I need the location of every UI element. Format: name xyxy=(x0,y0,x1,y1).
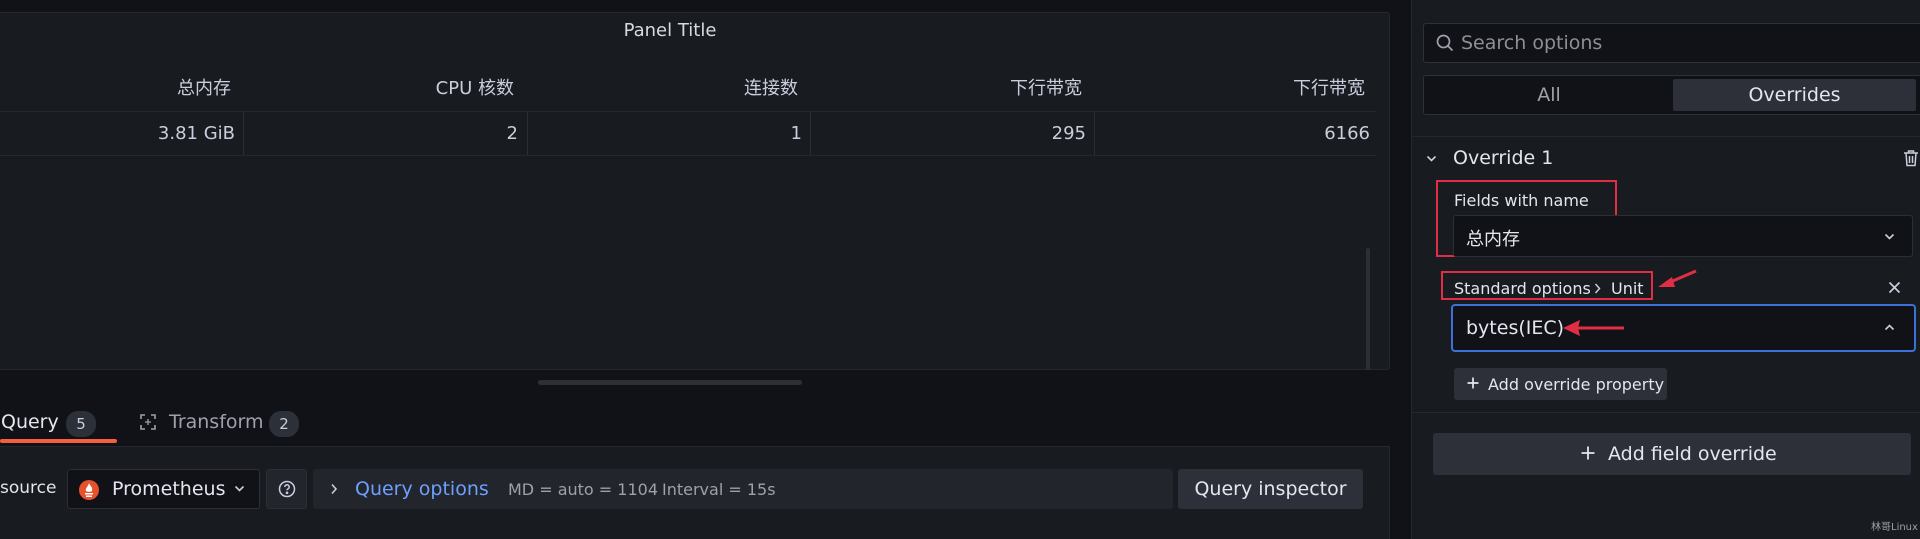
plus-icon xyxy=(1466,376,1480,390)
table-header-divider xyxy=(0,111,1376,112)
chevron-down-icon xyxy=(234,485,245,493)
close-icon[interactable] xyxy=(1888,281,1901,294)
override-title[interactable]: Override 1 xyxy=(1453,147,1553,169)
property-name: Unit xyxy=(1611,279,1644,298)
chevron-right-icon xyxy=(330,483,338,495)
column-header-connections[interactable]: 连接数 xyxy=(580,74,798,100)
data-source-name: Prometheus xyxy=(112,478,226,500)
cell-divider xyxy=(243,112,244,155)
unit-value: bytes(IEC) xyxy=(1466,317,1565,339)
trash-icon[interactable] xyxy=(1903,149,1919,167)
search-placeholder: Search options xyxy=(1461,32,1603,54)
annotation-arrow-icon xyxy=(1656,268,1698,290)
panel-scrollbar[interactable] xyxy=(1366,248,1370,370)
annotation-arrow-icon xyxy=(1562,318,1626,338)
tab-transform-count-badge: 2 xyxy=(269,411,299,437)
cell-divider xyxy=(527,112,528,155)
chevron-down-icon[interactable] xyxy=(1426,155,1437,163)
data-source-label: source xyxy=(0,478,57,498)
watermark: 林哥Linux xyxy=(1871,522,1918,533)
tab-query[interactable]: Query xyxy=(1,411,59,433)
max-data-points-info: MD = auto = 1104 xyxy=(508,480,659,499)
interval-info: Interval = 15s xyxy=(662,480,776,499)
search-icon xyxy=(1436,34,1454,52)
panel-title[interactable]: Panel Title xyxy=(0,20,1340,41)
field-name-value: 总内存 xyxy=(1466,229,1520,250)
cell-divider xyxy=(810,112,811,155)
cell-downlink-2: 6166 xyxy=(1324,123,1370,144)
pane-resize-handle[interactable] xyxy=(538,380,802,385)
cell-divider xyxy=(1094,112,1095,155)
query-options-toggle[interactable]: Query options xyxy=(355,478,489,500)
column-header-cpu-cores[interactable]: CPU 核数 xyxy=(300,74,514,100)
segment-overrides[interactable]: Overrides xyxy=(1673,84,1916,106)
help-circle-icon xyxy=(278,480,296,498)
field-name-select[interactable] xyxy=(1453,215,1913,257)
column-header-downlink-2[interactable]: 下行带宽 xyxy=(1140,74,1365,100)
chevron-down-icon xyxy=(1884,233,1895,241)
section-divider xyxy=(1412,412,1920,413)
tab-transform[interactable]: Transform xyxy=(169,411,264,433)
table-panel xyxy=(0,12,1390,370)
active-tab-indicator xyxy=(0,439,117,443)
prometheus-icon xyxy=(79,480,99,500)
add-field-override-label: Add field override xyxy=(1608,443,1777,465)
cell-cpu-cores: 2 xyxy=(506,123,518,144)
plus-icon xyxy=(1580,445,1596,461)
add-override-property-label: Add override property xyxy=(1488,375,1665,394)
cell-downlink-1: 295 xyxy=(1051,123,1086,144)
cell-connections: 1 xyxy=(790,123,802,144)
column-header-total-memory[interactable]: 总内存 xyxy=(60,74,231,100)
transform-icon xyxy=(139,413,157,431)
column-header-downlink-1[interactable]: 下行带宽 xyxy=(860,74,1082,100)
table-row-divider xyxy=(0,155,1376,156)
property-category: Standard options xyxy=(1454,279,1591,298)
query-inspector-button[interactable]: Query inspector xyxy=(1178,469,1363,509)
tab-query-count-badge: 5 xyxy=(66,411,96,437)
segment-all[interactable]: All xyxy=(1425,84,1673,106)
chevron-up-icon xyxy=(1884,323,1895,331)
section-divider xyxy=(1412,136,1920,137)
cell-total-memory: 3.81 GiB xyxy=(157,123,235,144)
matcher-label: Fields with name xyxy=(1454,191,1589,210)
chevron-right-icon xyxy=(1594,283,1601,294)
